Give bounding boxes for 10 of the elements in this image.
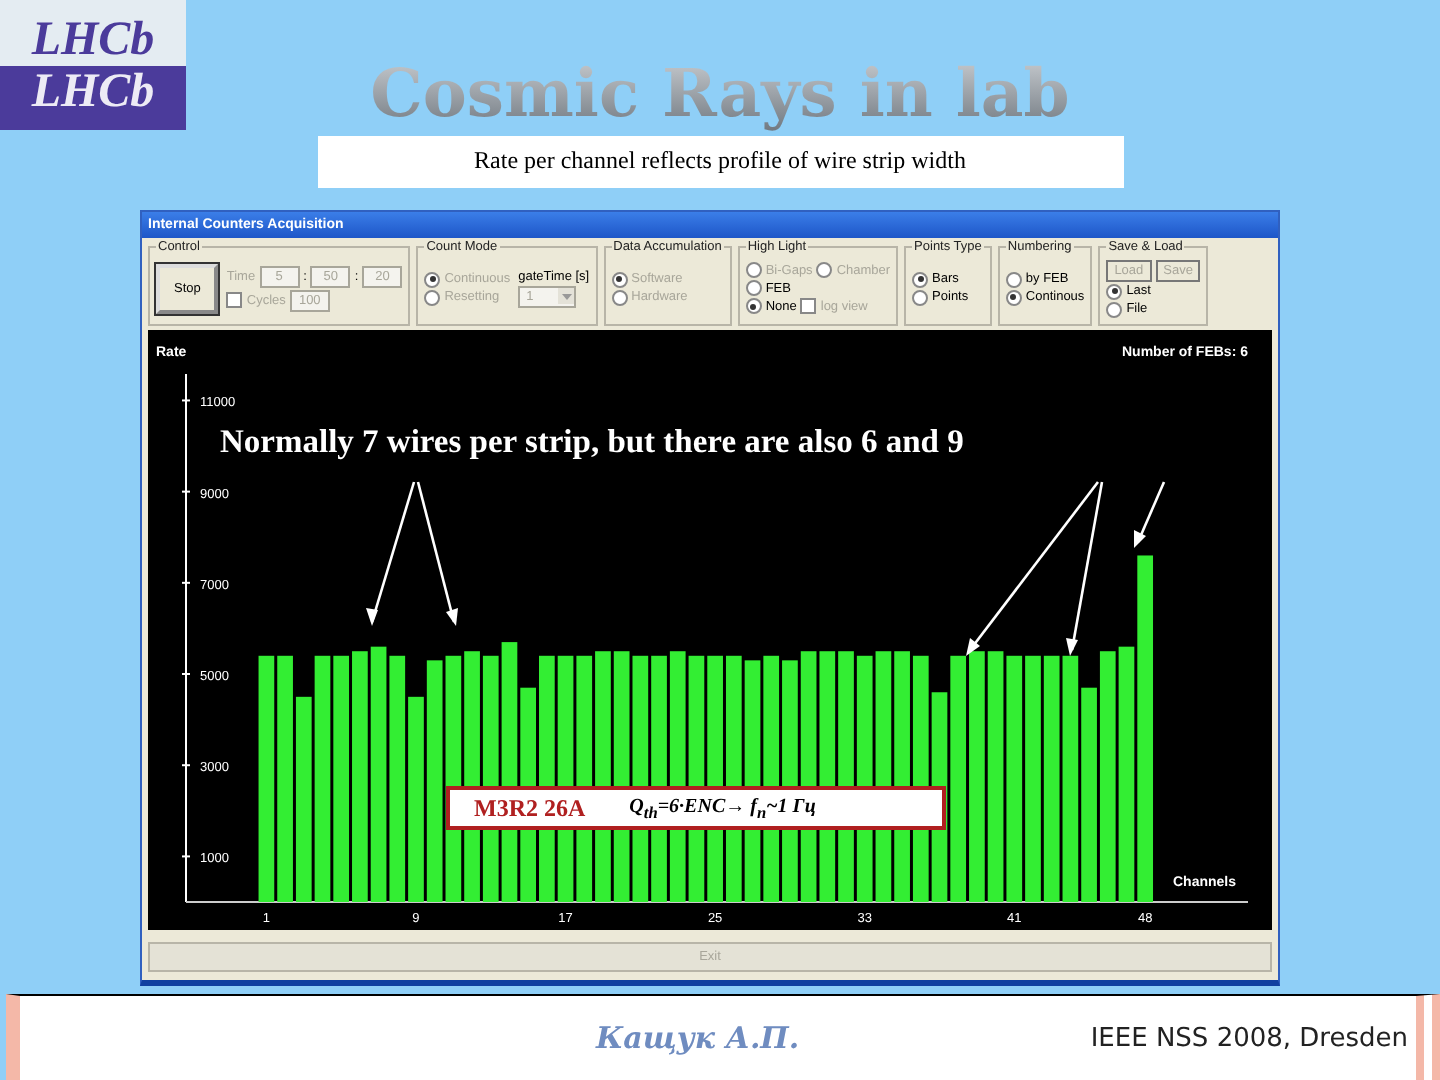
logo-text: LHCb bbox=[31, 14, 155, 66]
arrow bbox=[1134, 481, 1166, 548]
chamber-label: M3R2 26A bbox=[474, 793, 586, 823]
caret-icon bbox=[561, 293, 572, 299]
subtitle-box: Rate per channel reflects profile of wire strip width bbox=[317, 136, 1123, 188]
conference-name: IEEE NSS 2008, Dresden bbox=[1090, 1023, 1408, 1053]
annotation-text: Normally 7 wires per strip, but there are also 6 and 9 bbox=[220, 422, 964, 462]
formula: Q$_{th}$=6·ENC→ f$_{n}$~1 Гц bbox=[629, 795, 816, 821]
logo-reflection: LHCb bbox=[31, 66, 155, 118]
author-name: Кащук А.П. bbox=[596, 1020, 800, 1056]
